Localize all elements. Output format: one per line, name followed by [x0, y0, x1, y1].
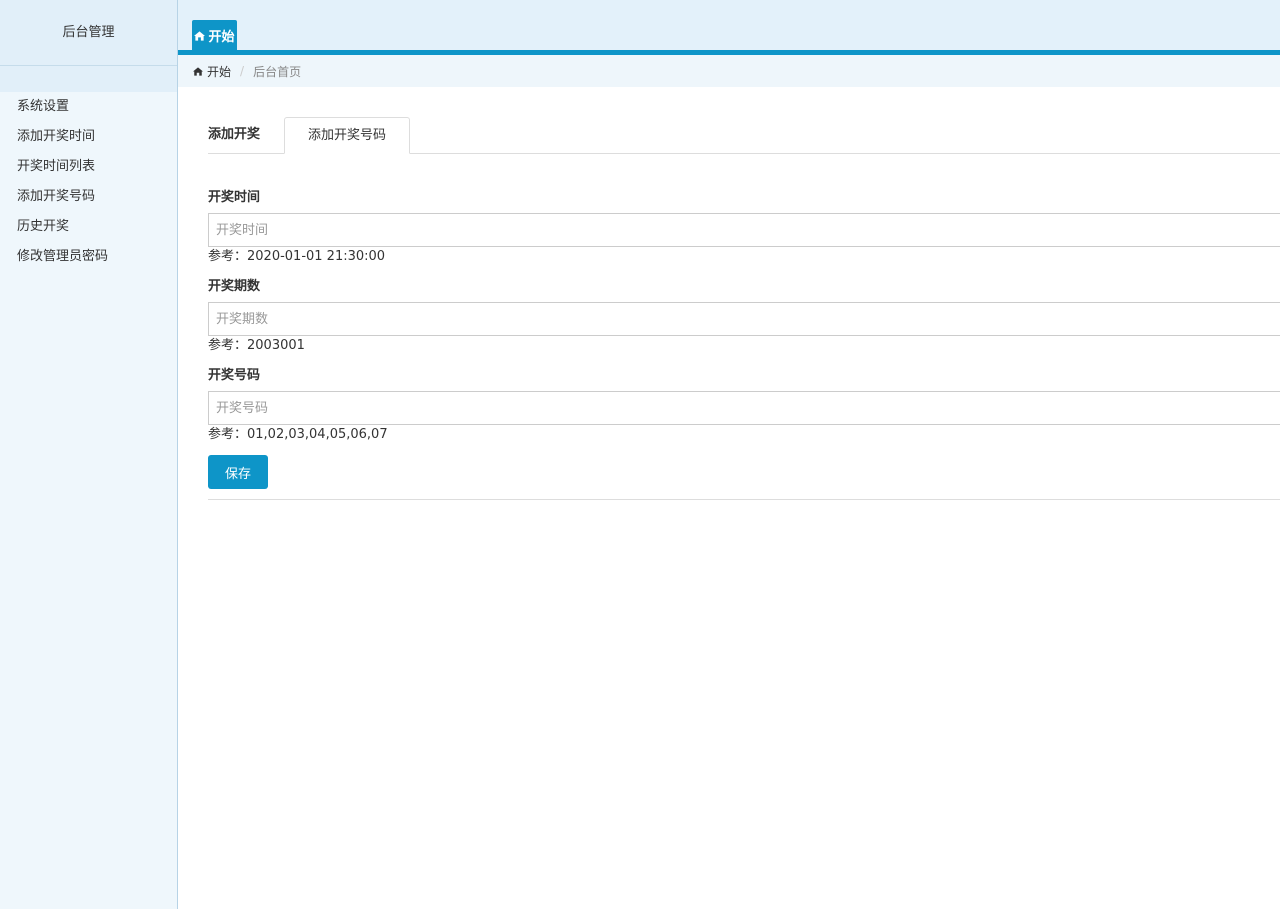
draw-time-input[interactable]	[208, 213, 1280, 247]
tab-start[interactable]: 开始	[192, 20, 237, 50]
form-group-draw-number: 开奖号码 参考：01,02,03,04,05,06,07	[208, 366, 1280, 445]
home-icon	[194, 30, 206, 41]
tab-add-draw-number[interactable]: 添加开奖号码	[284, 117, 410, 154]
breadcrumb-current: 后台首页	[253, 64, 302, 79]
content-tabs: 添加开奖 添加开奖号码	[208, 117, 1280, 154]
sidebar-strip	[0, 66, 177, 92]
draw-period-input[interactable]	[208, 302, 1280, 336]
sidebar-item-add-draw-time[interactable]: 添加开奖时间	[0, 122, 177, 152]
draw-period-label: 开奖期数	[208, 279, 261, 294]
draw-period-hint: 参考：2003001	[208, 338, 305, 353]
sidebar-item-draw-time-list[interactable]: 开奖时间列表	[0, 152, 177, 182]
form-group-draw-time: 开奖时间 参考：2020-01-01 21:30:00	[208, 188, 1280, 267]
draw-number-label: 开奖号码	[208, 368, 261, 383]
save-button[interactable]: 保存	[208, 455, 268, 489]
side-menu: 系统设置 添加开奖时间 开奖时间列表 添加开奖号码 历史开奖 修改管理员密码	[0, 92, 177, 272]
draw-time-hint: 参考：2020-01-01 21:30:00	[208, 249, 386, 264]
breadcrumb: 开始 / 后台首页	[178, 55, 1280, 87]
draw-time-label: 开奖时间	[208, 190, 261, 205]
sidebar-item-change-admin-password[interactable]: 修改管理员密码	[0, 242, 177, 272]
breadcrumb-home-label: 开始	[207, 64, 232, 79]
draw-number-hint: 参考：01,02,03,04,05,06,07	[208, 427, 388, 442]
sidebar-item-system-settings[interactable]: 系统设置	[0, 92, 177, 122]
draw-number-form: 开奖时间 参考：2020-01-01 21:30:00 开奖期数 参考：2003…	[208, 154, 1280, 500]
tab-add-draw[interactable]: 添加开奖	[208, 117, 260, 154]
draw-number-input[interactable]	[208, 391, 1280, 425]
brand-title: 后台管理	[62, 25, 115, 40]
breadcrumb-separator: /	[240, 64, 245, 78]
main-content: 添加开奖 添加开奖号码 开奖时间 参考：2020-01-01 21:30:00 …	[208, 87, 1280, 500]
brand: 后台管理	[0, 0, 177, 66]
sidebar-item-add-draw-number[interactable]: 添加开奖号码	[0, 182, 177, 212]
topbar: 开始	[178, 0, 1280, 55]
tab-start-label: 开始	[208, 30, 235, 45]
form-group-draw-period: 开奖期数 参考：2003001	[208, 277, 1280, 356]
sidebar: 后台管理 系统设置 添加开奖时间 开奖时间列表 添加开奖号码 历史开奖 修改管理…	[0, 0, 178, 909]
form-divider	[208, 499, 1280, 500]
sidebar-item-draw-history[interactable]: 历史开奖	[0, 212, 177, 242]
breadcrumb-home[interactable]: 开始	[193, 63, 231, 80]
home-icon	[193, 66, 203, 76]
